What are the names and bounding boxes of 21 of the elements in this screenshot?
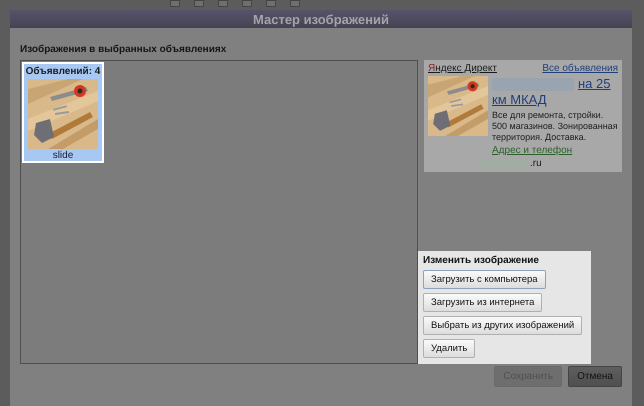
panel-title: Изменить изображение bbox=[423, 255, 539, 266]
image-caption: slide bbox=[52, 150, 74, 161]
toolbar-icon[interactable] bbox=[290, 0, 300, 7]
toolbar-icon[interactable] bbox=[242, 0, 252, 7]
section-title: Изображения в выбранных объявлениях bbox=[20, 44, 228, 55]
toolbar-icon[interactable] bbox=[170, 0, 180, 7]
ad-domain: .ru bbox=[530, 158, 542, 169]
window-title: Мастер изображений bbox=[253, 12, 389, 26]
action-button[interactable]: Загрузить из интернета bbox=[423, 293, 542, 312]
action-button[interactable]: Удалить bbox=[423, 339, 476, 358]
action-button[interactable]: Загрузить с компьютера bbox=[423, 270, 546, 289]
all-ads-link[interactable]: Все объявления bbox=[542, 63, 618, 74]
action-button[interactable]: Выбрать из других изображений bbox=[423, 316, 582, 335]
source-link[interactable]: Яндекс Директ bbox=[428, 63, 497, 74]
image-thumbnail[interactable]: Объявлений: 4 slide bbox=[22, 62, 104, 163]
toolbar-icon[interactable] bbox=[266, 0, 276, 7]
ad-count-label: Объявлений: 4 bbox=[26, 66, 100, 77]
toolbar-icon[interactable] bbox=[194, 0, 204, 7]
toolbar-icon[interactable] bbox=[218, 0, 228, 7]
ad-title-link[interactable]: на 25 км МКАД bbox=[492, 76, 618, 108]
ad-text: Все для ремонта, стройки. 500 магазинов. Зонированная территория. Доставка. bbox=[492, 110, 618, 143]
